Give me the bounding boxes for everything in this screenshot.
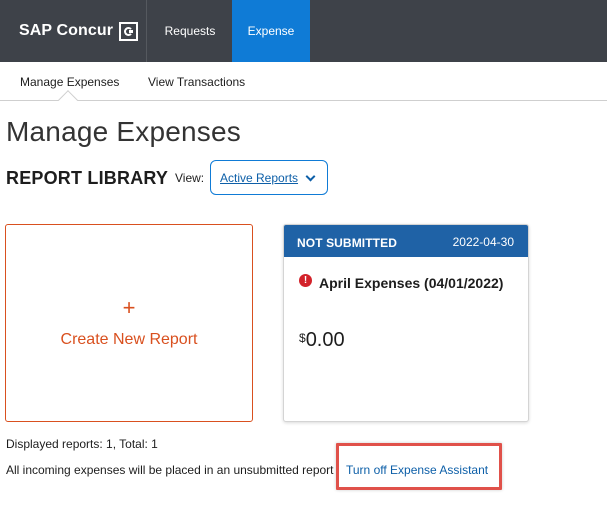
chevron-down-icon: [305, 171, 316, 182]
displayed-reports-count: Displayed reports: 1, Total: 1: [6, 437, 158, 451]
subnav-manage-expenses[interactable]: Manage Expenses: [20, 75, 119, 89]
report-library-heading: REPORT LIBRARY: [6, 168, 169, 188]
report-name: April Expenses (04/01/2022): [319, 275, 504, 291]
report-amount-value: 0.00: [305, 329, 345, 351]
report-currency: $: [299, 331, 306, 345]
incoming-expenses-note: All incoming expenses will be placed in …: [6, 463, 334, 477]
report-card[interactable]: NOT SUBMITTED 2022-04-30 ! April Expense…: [283, 224, 529, 422]
plus-icon: +: [122, 295, 136, 320]
sub-navigation-bar: Manage Expenses View Transactions: [0, 62, 607, 101]
top-navigation-bar: SAP Concur Requests Expense: [0, 0, 607, 62]
report-date: 2022-04-30: [452, 235, 514, 249]
view-filter-value: Active Reports: [220, 170, 299, 185]
page-title: Manage Expenses: [6, 116, 241, 147]
nav-tab-requests[interactable]: Requests: [148, 0, 232, 62]
nav-tab-expense[interactable]: Expense: [232, 0, 310, 62]
brand-logo-link[interactable]: SAP Concur: [0, 0, 147, 62]
create-new-report-card[interactable]: + Create New Report: [5, 224, 253, 422]
report-status: NOT SUBMITTED: [297, 236, 397, 250]
concur-logo-icon: [119, 21, 139, 41]
exclamation-circle-icon: !: [299, 274, 312, 287]
create-new-report-label: Create New Report: [60, 331, 198, 348]
report-card-header: NOT SUBMITTED 2022-04-30: [284, 225, 528, 257]
report-amount: $0.00: [299, 329, 345, 352]
subnav-view-transactions[interactable]: View Transactions: [148, 75, 245, 89]
view-filter-dropdown[interactable]: Active Reports: [210, 160, 328, 195]
turn-off-expense-assistant-link[interactable]: Turn off Expense Assistant: [346, 463, 488, 477]
brand-name: SAP Concur: [19, 22, 114, 39]
view-label: View:: [175, 171, 205, 185]
